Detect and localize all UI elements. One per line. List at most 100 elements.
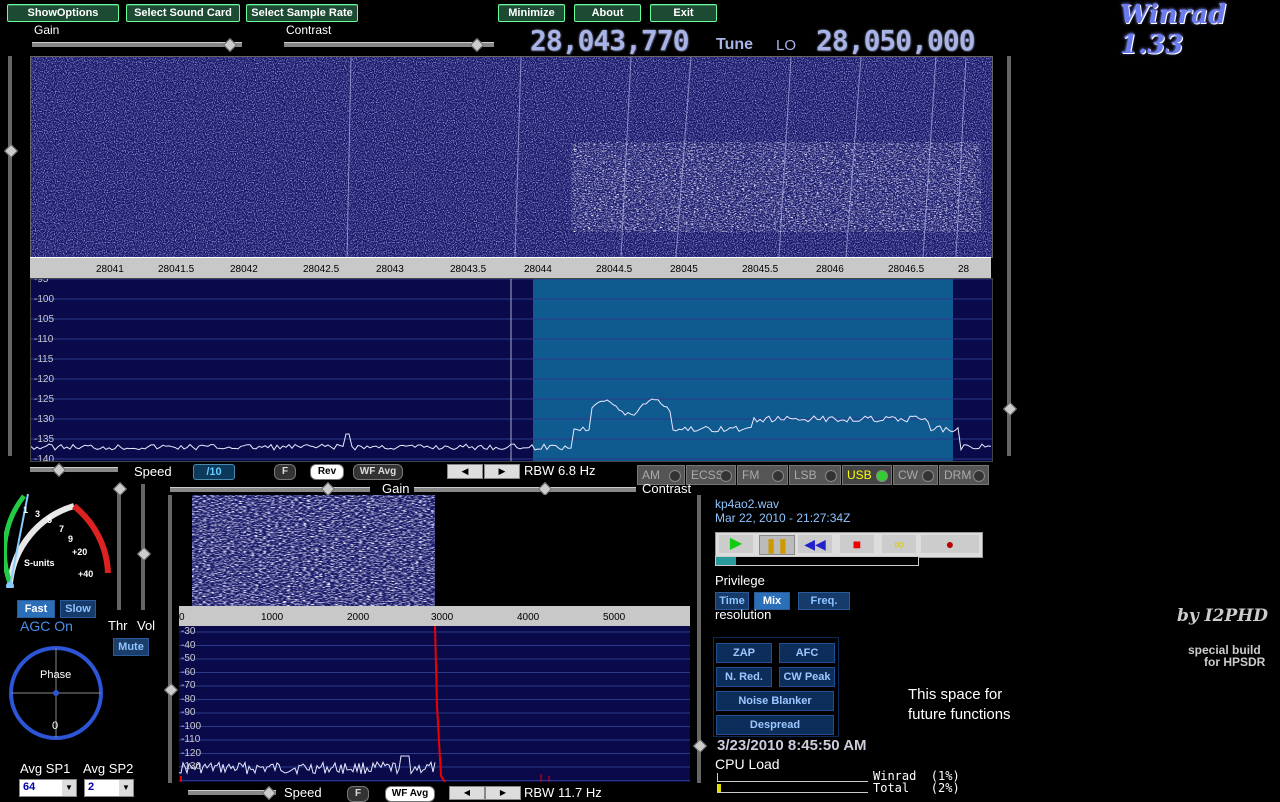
main-axis-tick: 28041.5 <box>158 264 195 275</box>
main-spectrum-ylabel: -135 <box>34 434 55 445</box>
about-button[interactable]: About <box>574 4 641 22</box>
afc-button[interactable]: AFC <box>779 643 835 663</box>
agc-fast-button[interactable]: Fast <box>17 600 55 618</box>
mode-lsb-button[interactable]: LSB <box>789 465 841 485</box>
phase-control[interactable]: Phase 0 <box>8 645 104 741</box>
rev-button[interactable]: Rev <box>310 464 344 480</box>
main-axis-tick: 28045 <box>670 264 698 275</box>
audio-scroll-right-button[interactable]: ▶ <box>485 786 521 800</box>
noise-blanker-button[interactable]: Noise Blanker <box>716 691 834 711</box>
main-f-button[interactable]: F <box>274 464 296 480</box>
loop-icon[interactable]: ∞ <box>882 535 916 553</box>
show-options-button[interactable]: ShowOptions <box>7 4 119 22</box>
chevron-down-icon[interactable]: ▼ <box>62 780 76 796</box>
select-sound-card-button[interactable]: Select Sound Card <box>126 4 240 22</box>
audio-axis-tick: 4000 <box>517 612 540 623</box>
left-vertical-slider[interactable] <box>8 56 12 456</box>
speed-value[interactable]: /10 <box>193 464 235 480</box>
audio-contrast-label: Contrast <box>642 481 692 496</box>
audio-spectrum-ylabel: -110 <box>181 734 201 745</box>
audio-left-vertical-knob[interactable] <box>163 682 179 698</box>
tune-frequency[interactable]: 28,043,770 <box>530 24 690 57</box>
led-indicator-icon <box>876 470 888 482</box>
future-text-1: This space for <box>908 686 1003 703</box>
mode-label: USB <box>847 468 872 482</box>
record-icon[interactable]: ● <box>921 535 979 553</box>
thr-slider-knob[interactable] <box>112 481 128 497</box>
main-spectrum-ylabel: -125 <box>34 394 55 405</box>
main-axis-tick: 28043.5 <box>450 264 487 275</box>
audio-spectrum[interactable]: -30 -40 -50 -60 -70 -80 -90 -100 -110 -120 -130 <box>179 626 690 782</box>
lo-frequency[interactable]: 28,050,000 <box>816 24 976 57</box>
rewind-icon[interactable]: ◀◀ <box>798 535 832 553</box>
audio-spectrum-ylabel: -130 <box>181 761 202 772</box>
cpu-winrad-bar <box>717 773 868 782</box>
zap-button[interactable]: ZAP <box>716 643 772 663</box>
noise-reduction-button[interactable]: N. Red. <box>716 667 772 687</box>
cpu-total-bar <box>717 784 868 793</box>
main-frequency-axis: 28041 28041.5 28042 28042.5 28043 28043.5 2804… <box>30 257 991 278</box>
audio-rbw-label: RBW 11.7 Hz <box>524 785 602 800</box>
mode-cw-button[interactable]: CW <box>893 465 938 485</box>
mode-label: AM <box>642 468 660 482</box>
left-vertical-knob[interactable] <box>3 143 19 159</box>
vol-slider-knob[interactable] <box>136 546 152 562</box>
pause-icon[interactable]: ❚❚ <box>759 535 795 555</box>
audio-gain-knob[interactable] <box>320 481 336 497</box>
file-date: Mar 22, 2010 - 21:27:34Z <box>715 511 851 525</box>
mode-ecss-button[interactable]: ECSS <box>686 465 736 485</box>
tune-label: Tune <box>716 36 754 53</box>
scroll-right-button[interactable]: ▶ <box>484 464 520 479</box>
avg-sp1-select[interactable]: 64 ▼ <box>19 779 77 797</box>
contrast-label: Contrast <box>286 23 332 37</box>
mode-fm-button[interactable]: FM <box>737 465 788 485</box>
agc-slow-button[interactable]: Slow <box>60 600 96 618</box>
play-icon[interactable]: ▶ <box>719 535 753 553</box>
main-axis-tick: 28044.5 <box>596 264 633 275</box>
privilege-freq-button[interactable]: Freq. <box>798 592 850 610</box>
led-indicator-icon <box>720 470 732 482</box>
cw-peak-button[interactable]: CW Peak <box>779 667 835 687</box>
s-meter-scale-5: 5 <box>47 515 53 525</box>
stop-icon[interactable]: ■ <box>840 535 874 553</box>
select-sample-rate-button[interactable]: Select Sample Rate <box>246 4 358 22</box>
right-vertical-knob[interactable] <box>1002 401 1018 417</box>
audio-waterfall[interactable] <box>179 495 690 606</box>
agc-status: AGC On <box>20 618 73 634</box>
mode-usb-button[interactable]: USB <box>842 465 892 485</box>
mode-label: FM <box>742 468 760 482</box>
contrast-slider[interactable] <box>284 42 494 47</box>
mode-label: LSB <box>794 468 817 482</box>
mode-drm-button[interactable]: DRM <box>939 465 989 485</box>
minimize-button[interactable]: Minimize <box>498 4 565 22</box>
main-wf-avg-button[interactable]: WF Avg <box>353 464 403 480</box>
audio-contrast-knob[interactable] <box>537 481 553 497</box>
led-indicator-icon <box>973 470 985 482</box>
audio-left-vertical-slider[interactable] <box>168 495 172 783</box>
audio-scroll-left-button[interactable]: ◀ <box>449 786 485 800</box>
main-spectrum[interactable]: -95 -100 -105 -110 -115 -120 -125 -130 -135 -140 <box>30 278 993 462</box>
audio-gain-label: Gain <box>382 481 410 496</box>
thr-slider[interactable] <box>117 484 121 610</box>
playback-progress[interactable] <box>715 556 919 566</box>
main-axis-tick: 28046.5 <box>888 264 925 275</box>
scroll-left-button[interactable]: ◀ <box>447 464 483 479</box>
right-vertical-slider[interactable] <box>1007 56 1011 456</box>
mute-button[interactable]: Mute <box>113 638 149 656</box>
audio-contrast-slider[interactable] <box>414 487 636 492</box>
contrast-slider-knob[interactable] <box>469 37 485 53</box>
main-axis-tick: 28042.5 <box>303 264 340 275</box>
gain-slider[interactable] <box>32 42 242 47</box>
chevron-down-icon[interactable]: ▼ <box>119 780 133 796</box>
exit-button[interactable]: Exit <box>650 4 717 22</box>
main-waterfall[interactable] <box>30 56 993 258</box>
speed-slider[interactable] <box>30 467 118 472</box>
privilege-label: Privilege <box>715 573 765 588</box>
avg-sp2-select[interactable]: 2 ▼ <box>84 779 134 797</box>
audio-gain-slider[interactable] <box>170 487 370 492</box>
despread-button[interactable]: Despread <box>716 715 834 735</box>
speed-slider-knob[interactable] <box>51 462 67 478</box>
audio-speed-knob[interactable] <box>261 785 277 801</box>
gain-slider-knob[interactable] <box>222 37 238 53</box>
audio-right-vertical-knob[interactable] <box>692 738 708 754</box>
